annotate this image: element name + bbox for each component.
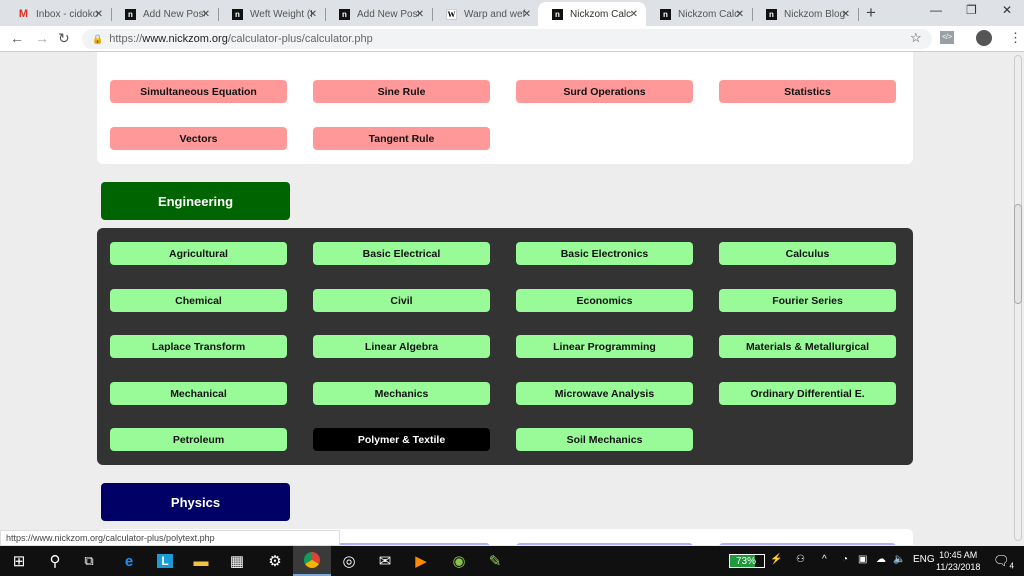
bookmark-star-icon[interactable]: ☆ [910, 30, 922, 46]
calc-mechanical[interactable]: Mechanical [110, 382, 287, 405]
nickzom-icon: n [552, 8, 563, 20]
mathematics-panel: Simultaneous Equation Sine Rule Surd Ope… [97, 52, 913, 164]
close-window-button[interactable]: ✕ [1002, 3, 1012, 17]
action-center-icon[interactable]: 🗨4 [993, 553, 1014, 571]
start-windows-icon[interactable]: ⊞ [0, 546, 38, 576]
windows-taskbar: ⊞ ⚲ ⧉ e L ▬ ▦ ⚙ ◎ ✉ ▶ ◉ ✎ 73% ⚡ ⚇ ^ ◔ ▣ … [0, 546, 1024, 576]
battery-indicator[interactable]: 73% [729, 554, 765, 568]
tab-weft-weight[interactable]: n Weft Weight (F ✕ [218, 2, 326, 26]
forward-button[interactable]: → [35, 30, 49, 46]
settings-gear-icon[interactable]: ⚙ [256, 546, 294, 576]
tab-nickzom-calculator[interactable]: n Nickzom Calcu ✕ [646, 2, 753, 26]
calc-civil[interactable]: Civil [313, 289, 490, 312]
calc-simultaneous-equation[interactable]: Simultaneous Equation [110, 80, 287, 103]
wifi-icon[interactable]: ◔ [842, 554, 848, 565]
close-tab-icon[interactable]: ✕ [523, 9, 531, 20]
chrome-icon[interactable] [293, 546, 331, 576]
calc-petroleum[interactable]: Petroleum [110, 428, 287, 451]
calc-mechanics[interactable]: Mechanics [313, 382, 490, 405]
tab-add-new-post[interactable]: n Add New Post ✕ [111, 2, 219, 26]
search-icon[interactable]: ⚲ [36, 546, 74, 576]
nickzom-icon: n [660, 8, 671, 20]
calc-sine-rule[interactable]: Sine Rule [313, 80, 490, 103]
calc-polymer-textile[interactable]: Polymer & Textile [313, 428, 490, 451]
edge-icon[interactable]: e [110, 546, 148, 576]
page-content: Simultaneous Equation Sine Rule Surd Ope… [0, 52, 1010, 545]
nickzom-icon: n [125, 8, 136, 20]
close-tab-icon[interactable]: ✕ [630, 9, 638, 20]
task-view-icon[interactable]: ⧉ [70, 546, 108, 576]
calc-basic-electronics[interactable]: Basic Electronics [516, 242, 693, 265]
network-icon[interactable]: ▣ [858, 554, 867, 565]
file-explorer-icon[interactable]: ▬ [182, 546, 220, 576]
wikipedia-icon: W [446, 8, 457, 20]
calc-laplace-transform[interactable]: Laplace Transform [110, 335, 287, 358]
extension-code-icon[interactable]: </> [940, 31, 954, 44]
android-studio-icon[interactable]: ◉ [440, 546, 478, 576]
groove-music-icon[interactable]: ◎ [330, 546, 368, 576]
calc-materials-metallurgical[interactable]: Materials & Metallurgical [719, 335, 896, 358]
back-button[interactable]: ← [10, 30, 24, 46]
power-plug-icon: ⚡ [770, 554, 783, 565]
media-player-icon[interactable]: ▶ [402, 546, 440, 576]
nickzom-icon: n [232, 8, 243, 20]
show-hidden-icons-chevron[interactable]: ^ [822, 554, 827, 565]
scrollbar-thumb[interactable] [1014, 204, 1022, 304]
tab-add-new-post-2[interactable]: n Add New Post ✕ [325, 2, 433, 26]
calc-linear-programming[interactable]: Linear Programming [516, 335, 693, 358]
url-input[interactable]: 🔒 https://www.nickzom.org/calculator-plu… [82, 29, 932, 49]
tab-nickzom-blog[interactable]: n Nickzom Blog ✕ [752, 2, 859, 26]
category-engineering[interactable]: Engineering [101, 182, 290, 220]
app-l-icon[interactable]: L [146, 546, 184, 576]
calc-agricultural[interactable]: Agricultural [110, 242, 287, 265]
profile-avatar[interactable] [976, 30, 992, 46]
minimize-button[interactable]: — [930, 3, 942, 17]
cloud-sync-icon[interactable]: ☁ [876, 554, 886, 565]
vertical-scrollbar[interactable] [1010, 52, 1024, 545]
category-physics[interactable]: Physics [101, 483, 290, 521]
calc-surd-operations[interactable]: Surd Operations [516, 80, 693, 103]
browser-menu-icon[interactable]: ⋮ [1009, 30, 1022, 46]
volume-icon[interactable]: 🔈 [893, 554, 905, 565]
nickzom-icon: n [766, 8, 777, 20]
new-tab-button[interactable]: + [866, 3, 876, 23]
restore-button[interactable]: ❐ [966, 3, 977, 17]
close-tab-icon[interactable]: ✕ [202, 9, 210, 20]
calc-fourier-series[interactable]: Fourier Series [719, 289, 896, 312]
calc-microwave-analysis[interactable]: Microwave Analysis [516, 382, 693, 405]
calc-economics[interactable]: Economics [516, 289, 693, 312]
close-tab-icon[interactable]: ✕ [416, 9, 424, 20]
close-tab-icon[interactable]: ✕ [95, 9, 103, 20]
tab-gmail[interactable]: M Inbox - cidoko ✕ [4, 2, 112, 26]
people-icon[interactable]: ⚇ [796, 554, 805, 565]
close-tab-icon[interactable]: ✕ [309, 9, 317, 20]
calc-basic-electrical[interactable]: Basic Electrical [313, 242, 490, 265]
mail-icon[interactable]: ✉ [366, 546, 404, 576]
tab-bar: M Inbox - cidoko ✕ n Add New Post ✕ n Weft We… [0, 0, 1024, 26]
calc-soil-mechanics[interactable]: Soil Mechanics [516, 428, 693, 451]
notes-app-icon[interactable]: ✎ [476, 546, 514, 576]
calc-tangent-rule[interactable]: Tangent Rule [313, 127, 490, 150]
language-indicator[interactable]: ENG [913, 554, 935, 565]
reload-button[interactable]: ↻ [58, 30, 70, 47]
calculator-icon[interactable]: ▦ [218, 546, 256, 576]
tab-warp-and-weft[interactable]: W Warp and weft ✕ [432, 2, 539, 26]
close-tab-icon[interactable]: ✕ [736, 9, 744, 20]
lock-icon: 🔒 [92, 33, 104, 44]
address-bar-row: ← → ↻ 🔒 https://www.nickzom.org/calculat… [0, 26, 1024, 52]
close-tab-icon[interactable]: ✕ [842, 9, 850, 20]
calc-linear-algebra[interactable]: Linear Algebra [313, 335, 490, 358]
calc-statistics[interactable]: Statistics [719, 80, 896, 103]
engineering-panel: Agricultural Basic Electrical Basic Elec… [97, 228, 913, 465]
gmail-icon: M [18, 8, 29, 20]
tab-nickzom-calculator-active[interactable]: n Nickzom Calcu ✕ [538, 2, 646, 26]
calc-chemical[interactable]: Chemical [110, 289, 287, 312]
system-clock[interactable]: 10:45 AM 11/23/2018 [936, 549, 980, 573]
calc-ordinary-differential-equations[interactable]: Ordinary Differential E. [719, 382, 896, 405]
nickzom-icon: n [339, 8, 350, 20]
calc-vectors[interactable]: Vectors [110, 127, 287, 150]
status-bar-url: https://www.nickzom.org/calculator-plus/… [0, 530, 340, 546]
calc-calculus[interactable]: Calculus [719, 242, 896, 265]
